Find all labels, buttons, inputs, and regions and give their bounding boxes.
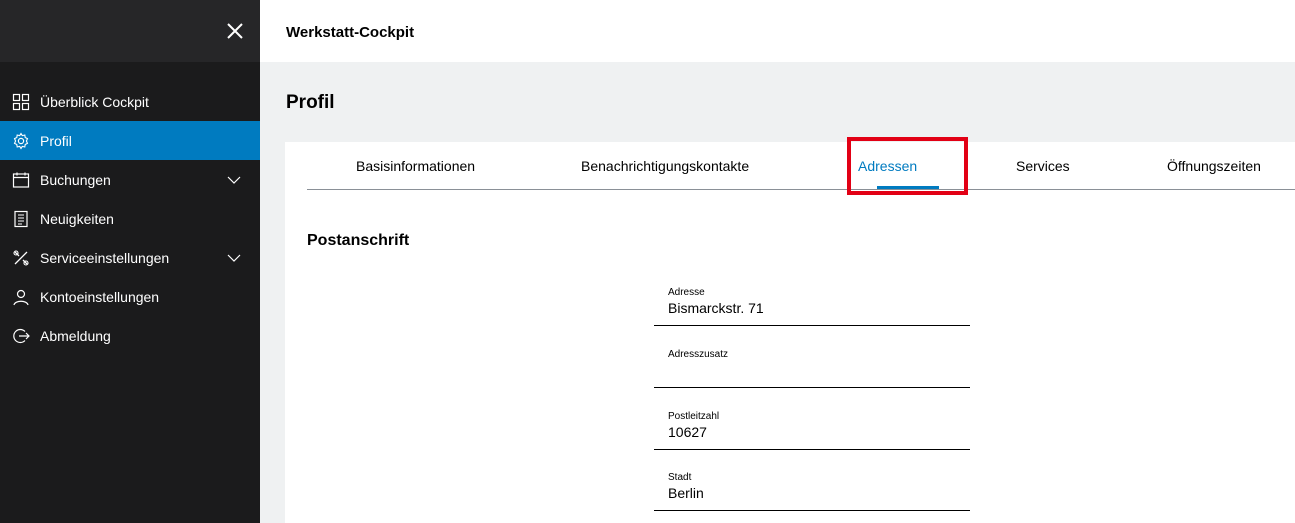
field-value: 10627 bbox=[668, 424, 707, 440]
sidebar-item-profil[interactable]: Profil bbox=[0, 121, 260, 160]
address-supplement-field[interactable]: Adresszusatz bbox=[654, 341, 970, 388]
sidebar-item-label: Abmeldung bbox=[40, 327, 111, 344]
tab-oeffnungszeiten[interactable]: Öffnungszeiten bbox=[1167, 158, 1261, 174]
sidebar-item-label: Überblick Cockpit bbox=[40, 93, 149, 110]
chevron-down-icon[interactable] bbox=[226, 250, 242, 266]
sidebar-item-label: Neuigkeiten bbox=[40, 210, 114, 227]
sidebar-header bbox=[0, 0, 260, 62]
sidebar-item-label: Buchungen bbox=[40, 171, 111, 188]
app-title: Werkstatt-Cockpit bbox=[286, 24, 415, 41]
user-icon bbox=[12, 288, 30, 306]
sidebar-item-abmeldung[interactable]: Abmeldung bbox=[0, 316, 260, 355]
sidebar-item-buchungen[interactable]: Buchungen bbox=[0, 160, 260, 199]
active-tab-indicator bbox=[877, 186, 939, 189]
gear-icon bbox=[12, 131, 30, 150]
logout-icon bbox=[12, 327, 30, 345]
sidebar-item-label: Kontoeinstellungen bbox=[40, 288, 160, 305]
field-label: Adresszusatz bbox=[668, 349, 729, 360]
address-field[interactable]: Adresse Bismarckstr. 71 bbox=[654, 279, 970, 326]
field-label: Stadt bbox=[668, 472, 692, 483]
chevron-down-icon[interactable] bbox=[226, 172, 242, 188]
profile-card: Basisinformationen Benachrichtigungskont… bbox=[285, 137, 1295, 523]
tab-benachrichtigungskontakte[interactable]: Benachrichtigungskontakte bbox=[581, 158, 749, 174]
calendar-icon bbox=[12, 171, 30, 189]
sidebar-item-ueberblick-cockpit[interactable]: Überblick Cockpit bbox=[0, 82, 260, 121]
tab-basisinformationen[interactable]: Basisinformationen bbox=[356, 158, 475, 174]
field-label: Adresse bbox=[668, 287, 705, 298]
tools-icon bbox=[12, 249, 30, 267]
document-icon bbox=[12, 210, 30, 228]
sidebar-item-neuigkeiten[interactable]: Neuigkeiten bbox=[0, 199, 260, 238]
section-title: Postanschrift bbox=[307, 232, 410, 249]
grid-icon bbox=[12, 93, 30, 111]
tab-bar: Basisinformationen Benachrichtigungskont… bbox=[307, 137, 1295, 195]
sidebar-item-serviceeinstellungen[interactable]: Serviceeinstellungen bbox=[0, 238, 260, 277]
field-value: Berlin bbox=[668, 485, 704, 501]
city-field[interactable]: Stadt Berlin bbox=[654, 464, 970, 511]
close-icon[interactable] bbox=[222, 18, 248, 44]
postal-code-field[interactable]: Postleitzahl 10627 bbox=[654, 403, 970, 450]
sidebar-item-label: Serviceeinstellungen bbox=[40, 249, 170, 266]
tab-adressen[interactable]: Adressen bbox=[858, 158, 917, 174]
field-value: Bismarckstr. 71 bbox=[668, 300, 764, 316]
top-bar: Werkstatt-Cockpit bbox=[260, 0, 1295, 62]
field-label: Postleitzahl bbox=[668, 411, 720, 422]
tab-services[interactable]: Services bbox=[1016, 158, 1070, 174]
sidebar-item-kontoeinstellungen[interactable]: Kontoeinstellungen bbox=[0, 277, 260, 316]
sidebar-item-label: Profil bbox=[40, 132, 72, 149]
sidebar-nav: Überblick Cockpit Profil Buchungen Neuig… bbox=[0, 82, 260, 355]
sidebar: Überblick Cockpit Profil Buchungen Neuig… bbox=[0, 0, 260, 523]
page-title: Profil bbox=[286, 92, 335, 113]
